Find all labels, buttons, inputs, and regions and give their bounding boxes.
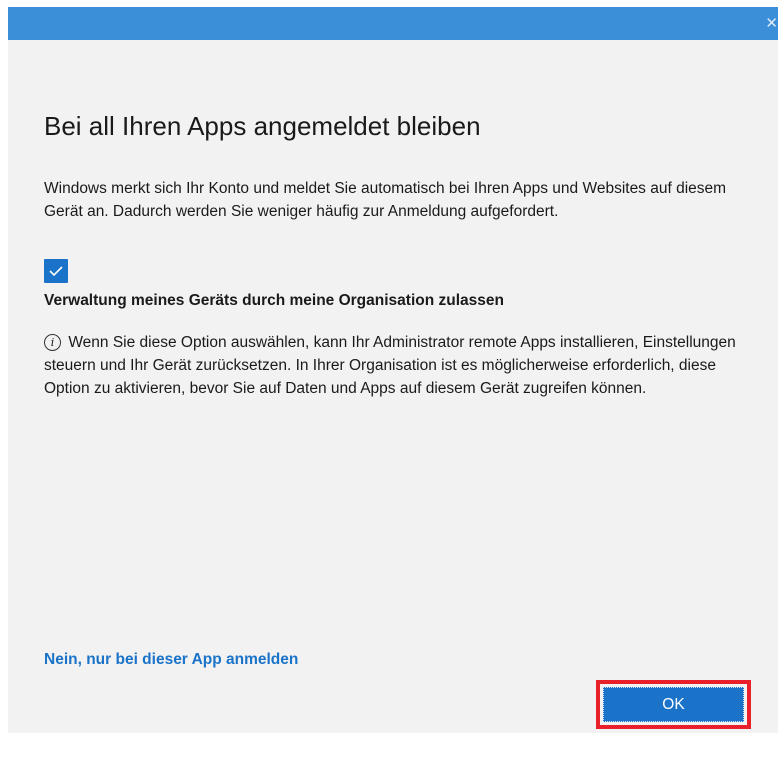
allow-management-label: Verwaltung meines Geräts durch meine Org… <box>44 292 504 309</box>
ok-button[interactable]: OK <box>603 687 744 722</box>
info-text: Wenn Sie diese Option auswählen, kann Ih… <box>44 334 736 397</box>
dialog-title: Bei all Ihren Apps angemeldet bleiben <box>44 111 481 141</box>
checkmark-icon <box>49 266 63 277</box>
info-icon: i <box>44 334 61 351</box>
title-bar: ✕ <box>8 7 778 40</box>
dialog-window: ✕ Bei all Ihren Apps angemeldet bleiben … <box>8 7 778 733</box>
sign-in-this-app-only-link[interactable]: Nein, nur bei dieser App anmelden <box>44 651 298 669</box>
dialog-description: Windows merkt sich Ihr Konto und meldet … <box>44 180 727 220</box>
close-button[interactable]: ✕ <box>762 7 778 40</box>
allow-management-checkbox[interactable] <box>44 259 68 283</box>
info-paragraph: i Wenn Sie diese Option auswählen, kann … <box>44 331 756 400</box>
close-icon[interactable]: ✕ <box>765 15 778 32</box>
